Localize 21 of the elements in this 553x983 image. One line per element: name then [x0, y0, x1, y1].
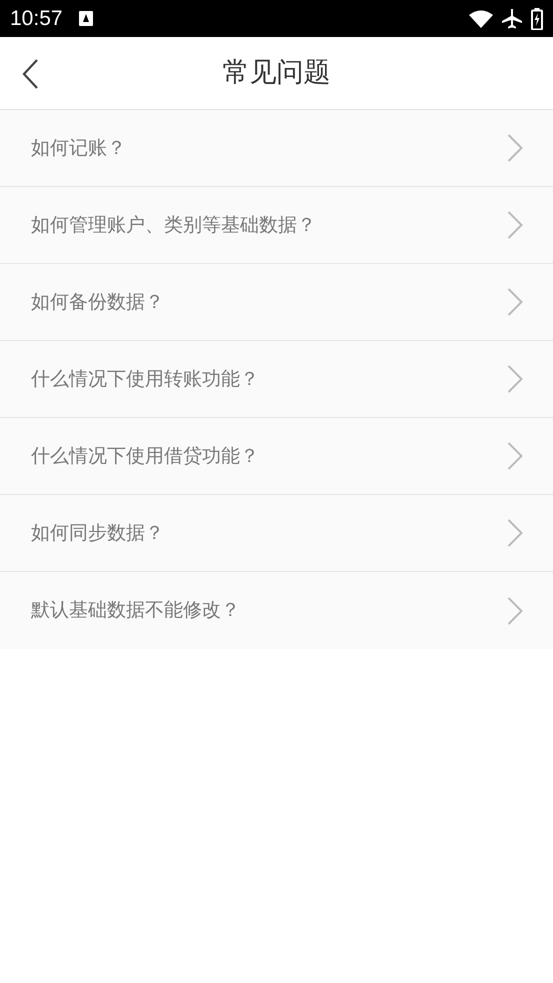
faq-item[interactable]: 什么情况下使用转账功能？	[0, 341, 553, 418]
chevron-right-icon	[507, 442, 523, 470]
chevron-right-icon	[507, 365, 523, 393]
notification-icon	[78, 11, 93, 26]
chevron-right-icon	[507, 134, 523, 162]
faq-item[interactable]: 如何同步数据？	[0, 495, 553, 572]
faq-item[interactable]: 默认基础数据不能修改？	[0, 572, 553, 649]
faq-item[interactable]: 如何记账？	[0, 110, 553, 187]
chevron-right-icon	[507, 519, 523, 547]
chevron-right-icon	[507, 596, 523, 624]
chevron-right-icon	[507, 211, 523, 239]
chevron-right-icon	[507, 288, 523, 316]
status-time: 10:57	[10, 6, 63, 32]
airplane-icon	[501, 8, 523, 30]
battery-icon	[531, 8, 543, 30]
back-button[interactable]	[22, 59, 38, 89]
faq-item[interactable]: 什么情况下使用借贷功能？	[0, 418, 553, 495]
faq-item[interactable]: 如何管理账户、类别等基础数据？	[0, 187, 553, 264]
wifi-icon	[469, 10, 493, 28]
faq-item[interactable]: 如何备份数据？	[0, 264, 553, 341]
page-title: 常见问题	[222, 56, 330, 90]
